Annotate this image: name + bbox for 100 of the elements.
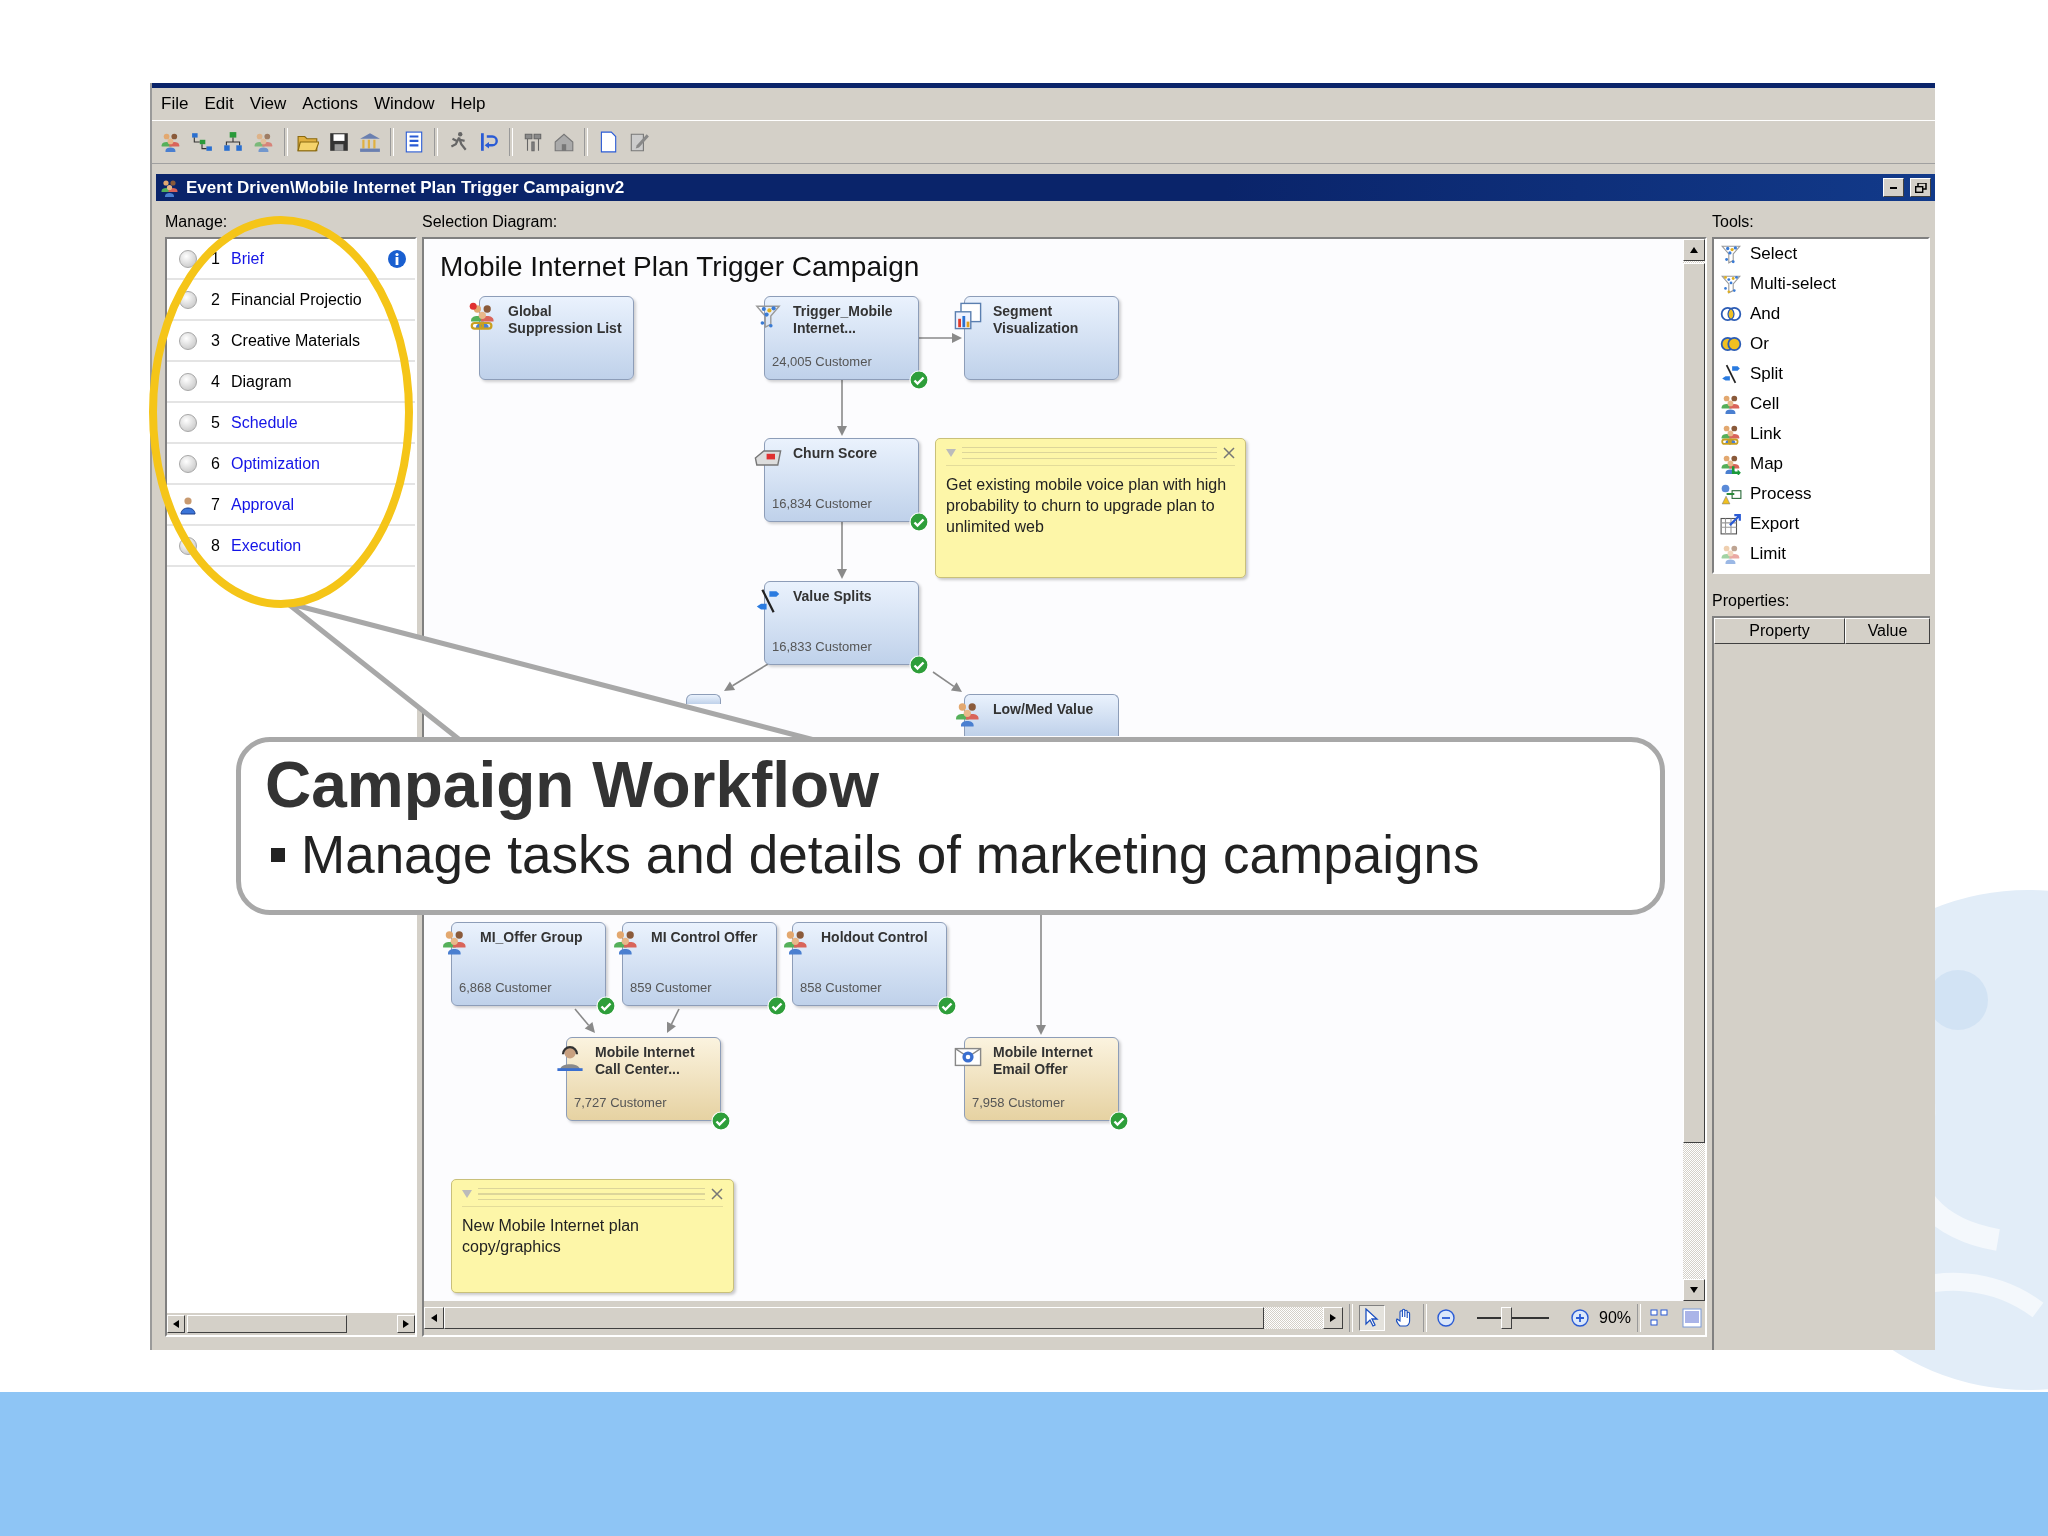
- diagram-node[interactable]: Value Splits 16,833 Customer: [764, 581, 919, 665]
- tool-item[interactable]: Export: [1750, 514, 1800, 534]
- diagram-node[interactable]: MI Control Offer 859 Customer: [622, 922, 777, 1006]
- tool-item[interactable]: Or: [1750, 334, 1769, 354]
- menu-item[interactable]: Window: [367, 94, 442, 114]
- panel-label: Selection Diagram:: [422, 212, 559, 232]
- step-link[interactable]: Execution: [231, 536, 302, 555]
- scrollbar[interactable]: [1683, 239, 1705, 1301]
- step-link[interactable]: Optimization: [231, 454, 320, 473]
- scroll-left-icon[interactable]: [431, 1314, 437, 1322]
- split-arrows-icon: [754, 587, 782, 615]
- diagram-node[interactable]: Segment Visualization: [964, 296, 1119, 380]
- bank-icon[interactable]: [359, 131, 381, 153]
- panel-label: Tools:: [1712, 212, 1755, 232]
- step-link[interactable]: Approval: [231, 495, 295, 514]
- scroll-right-icon[interactable]: [403, 1320, 409, 1328]
- scrollbar[interactable]: [424, 1307, 1344, 1329]
- node-count: 24,005 Customer: [772, 354, 872, 369]
- undo-icon[interactable]: [478, 131, 500, 153]
- arrow: [918, 333, 962, 343]
- tool-item[interactable]: Multi-select: [1750, 274, 1836, 294]
- zoom-out-icon: [1436, 1308, 1457, 1328]
- window-title: Event Driven\Mobile Internet Plan Trigger Campaignv2: [186, 177, 626, 198]
- people-icon[interactable]: [160, 131, 182, 153]
- overview-icon: [1682, 1308, 1703, 1328]
- close-icon[interactable]: [711, 1188, 723, 1200]
- diagram-node[interactable]: Holdout Control 858 Customer: [792, 922, 947, 1006]
- diagram-title: Mobile Internet Plan Trigger Campaign: [440, 251, 920, 283]
- menu-item[interactable]: Help: [443, 94, 493, 114]
- edit-document-icon[interactable]: [628, 131, 650, 153]
- tool-item[interactable]: And: [1750, 304, 1781, 324]
- tool-item[interactable]: Limit: [1750, 544, 1786, 564]
- arrow: [724, 663, 769, 691]
- people-icon: [1720, 393, 1742, 415]
- arrow: [932, 671, 962, 692]
- step-label: Financial Projectio: [231, 290, 362, 309]
- node-count: 16,834 Customer: [772, 496, 872, 511]
- node-title: Low/Med Value: [993, 701, 1095, 718]
- node-title: MI_Offer Group: [480, 929, 584, 946]
- menu-item[interactable]: View: [242, 94, 294, 114]
- step-link[interactable]: Schedule: [231, 413, 298, 432]
- node-title: Holdout Control: [821, 929, 929, 946]
- step-label: Creative Materials: [231, 331, 360, 350]
- funnel-icon: [1720, 273, 1742, 295]
- note-text: Get existing mobile voice plan with high probability to churn to upgrade plan to unlimited web: [946, 475, 1228, 537]
- node-count: 7,958 Customer: [972, 1095, 1065, 1110]
- list-icon[interactable]: [403, 131, 425, 153]
- node-title: Trigger_Mobile Internet...: [793, 303, 894, 337]
- diagram-node[interactable]: Mobile Internet Email Offer 7,958 Customer: [964, 1037, 1119, 1121]
- funnel-icon: [1720, 243, 1742, 265]
- step-link[interactable]: Brief: [231, 249, 264, 268]
- node-title: Churn Score: [793, 445, 878, 462]
- scroll-right-icon[interactable]: [1330, 1314, 1337, 1322]
- tool-item[interactable]: Cell: [1750, 394, 1780, 414]
- node-title: Mobile Internet Email Offer: [993, 1044, 1094, 1078]
- pointer-button[interactable]: [1359, 1305, 1386, 1331]
- org-chart-icon[interactable]: [222, 131, 244, 153]
- scroll-down-icon[interactable]: [1690, 1287, 1698, 1293]
- zoom-in-icon: [1570, 1308, 1591, 1328]
- node-title: Value Splits: [793, 588, 873, 605]
- diagram-node[interactable]: Churn Score 16,834 Customer: [764, 438, 919, 522]
- table-arrow-icon: [1720, 513, 1742, 535]
- node-title: Mobile Internet Call Center...: [595, 1044, 696, 1078]
- menu-item[interactable]: Edit: [197, 94, 241, 114]
- note-text: New Mobile Internet plan copy/graphics: [462, 1216, 640, 1257]
- tools-icon[interactable]: [522, 131, 544, 153]
- tool-item[interactable]: Link: [1750, 424, 1782, 444]
- scrollbar[interactable]: [167, 1313, 415, 1335]
- scroll-left-icon[interactable]: [173, 1320, 179, 1328]
- diagram-node[interactable]: [686, 694, 721, 704]
- column-header[interactable]: Property: [1714, 618, 1845, 644]
- arrow: [574, 1008, 595, 1033]
- tool-item[interactable]: Process: [1750, 484, 1812, 504]
- zoom-reading: 90%: [1599, 1309, 1632, 1327]
- panel-label: Properties:: [1712, 591, 1791, 611]
- minimize-button[interactable]: [1883, 178, 1904, 197]
- step-number: 2: [211, 290, 221, 309]
- menu-item[interactable]: Actions: [295, 94, 365, 114]
- column-header[interactable]: Value: [1845, 618, 1930, 644]
- split-arrows-icon: [1720, 363, 1742, 385]
- slider-thumb[interactable]: [1500, 1307, 1512, 1329]
- tool-item[interactable]: Map: [1750, 454, 1784, 474]
- diagram-node[interactable]: Mobile Internet Call Center... 7,727 Customer: [566, 1037, 721, 1121]
- scroll-up-icon[interactable]: [1690, 247, 1698, 253]
- menu-item[interactable]: File: [154, 94, 196, 114]
- diagram-node[interactable]: MI_Offer Group 6,868 Customer: [451, 922, 606, 1006]
- tool-item[interactable]: Split: [1750, 364, 1784, 384]
- diagram-node[interactable]: Low/Med Value: [964, 694, 1119, 736]
- hierarchy-icon[interactable]: [191, 131, 213, 153]
- step-label: Diagram: [231, 372, 292, 391]
- building-icon[interactable]: [553, 131, 575, 153]
- tool-item[interactable]: Select: [1750, 244, 1798, 264]
- people-icon: [954, 700, 982, 728]
- people-icon[interactable]: [253, 131, 275, 153]
- save-icon[interactable]: [328, 131, 350, 153]
- diagram-node[interactable]: Global Suppression List: [479, 296, 634, 380]
- restore-button[interactable]: [1910, 178, 1931, 197]
- diagram-node[interactable]: Trigger_Mobile Internet... 24,005 Customer: [764, 296, 919, 380]
- node-count: 7,727 Customer: [574, 1095, 667, 1110]
- close-icon[interactable]: [1223, 447, 1235, 459]
